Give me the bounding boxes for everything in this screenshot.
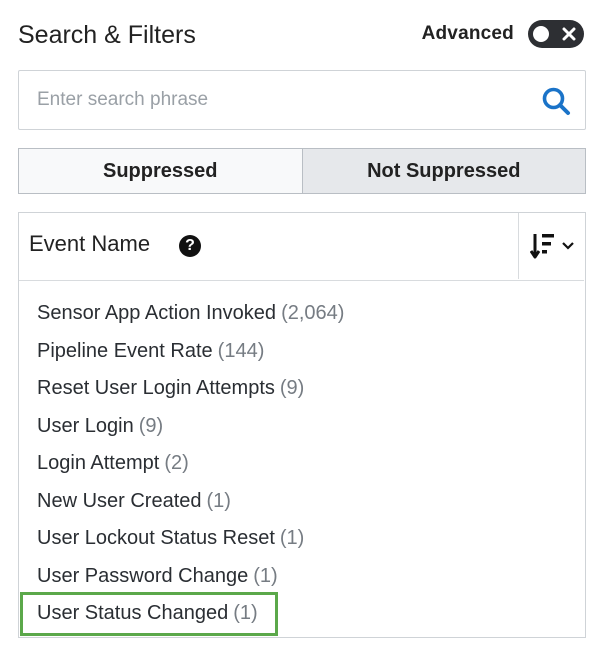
sort-button[interactable] [518,213,584,279]
event-name: User Lockout Status Reset [37,527,275,550]
event-name: User Login [37,414,134,437]
close-icon [562,27,576,41]
list-item[interactable]: User Lockout Status Reset (1) [19,520,584,558]
list-item[interactable]: New User Created (1) [19,483,584,521]
event-list: Sensor App Action Invoked (2,064) Pipeli… [19,295,584,636]
list-item[interactable]: Pipeline Event Rate (144) [19,333,584,371]
list-item[interactable]: Reset User Login Attempts (9) [19,370,584,408]
event-name: Login Attempt [37,452,160,475]
event-count: (1) [279,527,305,550]
help-icon[interactable]: ? [179,235,201,257]
sort-descending-icon [529,234,554,259]
toggle-knob [533,26,549,42]
event-name: Reset User Login Attempts [37,377,275,400]
event-name: New User Created [37,489,202,512]
search-input[interactable] [37,71,537,129]
list-item-highlighted[interactable]: User Status Changed (1) [20,592,278,636]
event-name: Pipeline Event Rate [37,339,213,362]
advanced-label: Advanced [421,23,514,44]
panel-header: Search & Filters Advanced [18,18,584,54]
chevron-down-icon [561,242,574,250]
event-count: (2,064) [281,302,345,325]
event-count: (9) [279,377,305,400]
not-suppressed-button[interactable]: Not Suppressed [301,149,585,193]
list-item[interactable]: Sensor App Action Invoked (2,064) [19,295,584,333]
page-title: Search & Filters [18,21,196,49]
list-item[interactable]: User Password Change (1) [19,558,584,596]
list-item[interactable]: User Login (9) [19,408,584,446]
event-name-facet: Event Name ? Sensor App Action Invoked (… [18,212,586,638]
advanced-toggle-group: Advanced [422,20,584,48]
facet-title: Event Name [29,231,151,256]
event-count: (144) [217,339,265,362]
suppressed-button[interactable]: Suppressed [19,149,302,193]
event-count: (2) [164,452,189,475]
event-count: (9) [138,414,164,437]
search-icon[interactable] [541,86,571,116]
search-box [18,70,586,130]
event-count: (1) [253,564,278,587]
event-count: (1) [206,489,231,512]
facet-header: Event Name ? [19,213,584,281]
event-name: User Password Change [37,564,249,587]
event-count: (1) [233,602,258,625]
event-name: User Status Changed [37,602,229,625]
list-item[interactable]: Login Attempt (2) [19,445,584,483]
suppression-filter: Suppressed Not Suppressed [18,148,586,194]
advanced-toggle[interactable] [528,20,584,48]
event-name: Sensor App Action Invoked [37,302,277,325]
